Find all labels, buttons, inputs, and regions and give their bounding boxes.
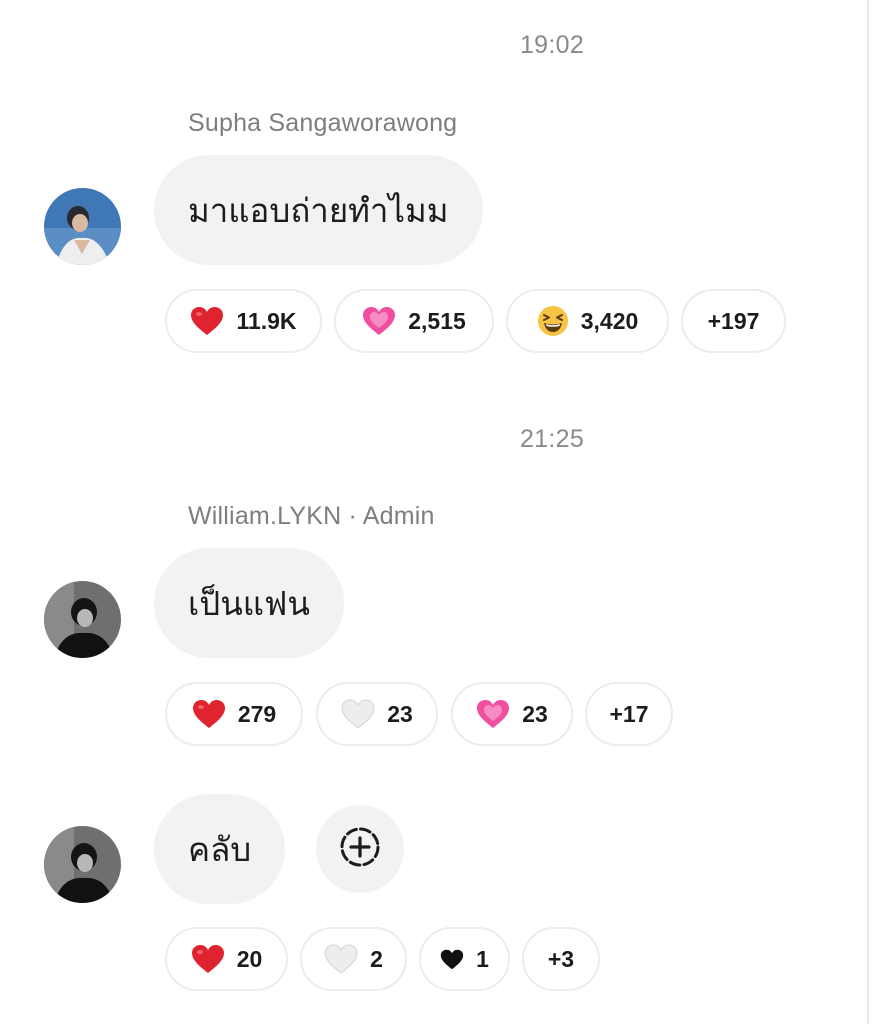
red-heart-icon [192, 699, 226, 729]
message-text: มาแอบถ่ายทำไมม [188, 190, 449, 230]
reaction-chip[interactable]: 1 [419, 927, 510, 991]
more-reactions-count: +17 [609, 700, 649, 727]
add-reaction-icon [337, 824, 383, 875]
reaction-count: 279 [237, 700, 277, 727]
avatar[interactable] [44, 826, 121, 903]
reaction-count: 3,420 [580, 307, 639, 334]
message-text: คลับ [188, 829, 252, 869]
sender-name[interactable]: Supha Sangaworawong [188, 109, 457, 138]
reaction-chip[interactable]: 2,515 [334, 289, 494, 353]
white-heart-icon [324, 944, 358, 974]
message-bubble[interactable]: มาแอบถ่ายทำไมม [154, 155, 483, 265]
more-reactions-count: +197 [707, 307, 760, 334]
reaction-count: 23 [387, 700, 413, 727]
more-reactions-chip[interactable]: +197 [681, 289, 786, 353]
avatar[interactable] [44, 188, 121, 265]
reaction-chip[interactable]: 2 [300, 927, 407, 991]
timestamp: 21:25 [519, 425, 585, 453]
timestamp: 19:02 [519, 31, 585, 59]
reaction-chip[interactable]: 20 [165, 927, 288, 991]
reaction-chip[interactable]: 11.9K [165, 289, 322, 353]
more-reactions-chip[interactable]: +3 [522, 927, 600, 991]
white-heart-icon [341, 699, 375, 729]
scroll-edge-divider [867, 0, 869, 1024]
reaction-count: 11.9K [236, 307, 297, 334]
red-heart-icon [191, 944, 225, 974]
reaction-count: 23 [522, 700, 548, 727]
reaction-count: 1 [476, 945, 489, 972]
message-bubble[interactable]: คลับ [154, 794, 286, 904]
sender-name[interactable]: William.LYKN · Admin [188, 502, 435, 531]
grinning-squinting-face-icon [537, 305, 569, 337]
black-heart-icon [440, 949, 464, 970]
pink-sparkling-heart-icon [362, 306, 396, 336]
reaction-chip[interactable]: 279 [165, 682, 303, 746]
message-bubble[interactable]: เป็นแฟน [154, 548, 344, 658]
more-reactions-chip[interactable]: +17 [585, 682, 673, 746]
avatar[interactable] [44, 581, 121, 658]
reaction-chip[interactable]: 23 [451, 682, 573, 746]
reaction-count: 2 [370, 945, 383, 972]
reaction-chip[interactable]: 23 [316, 682, 438, 746]
red-heart-icon [190, 306, 224, 336]
message-text: เป็นแฟน [188, 583, 310, 623]
add-reaction-button[interactable] [316, 805, 404, 893]
reaction-count: 20 [236, 945, 263, 972]
reaction-chip[interactable]: 3,420 [506, 289, 669, 353]
pink-sparkling-heart-icon [476, 699, 510, 729]
more-reactions-count: +3 [547, 945, 575, 972]
reaction-count: 2,515 [408, 307, 466, 334]
